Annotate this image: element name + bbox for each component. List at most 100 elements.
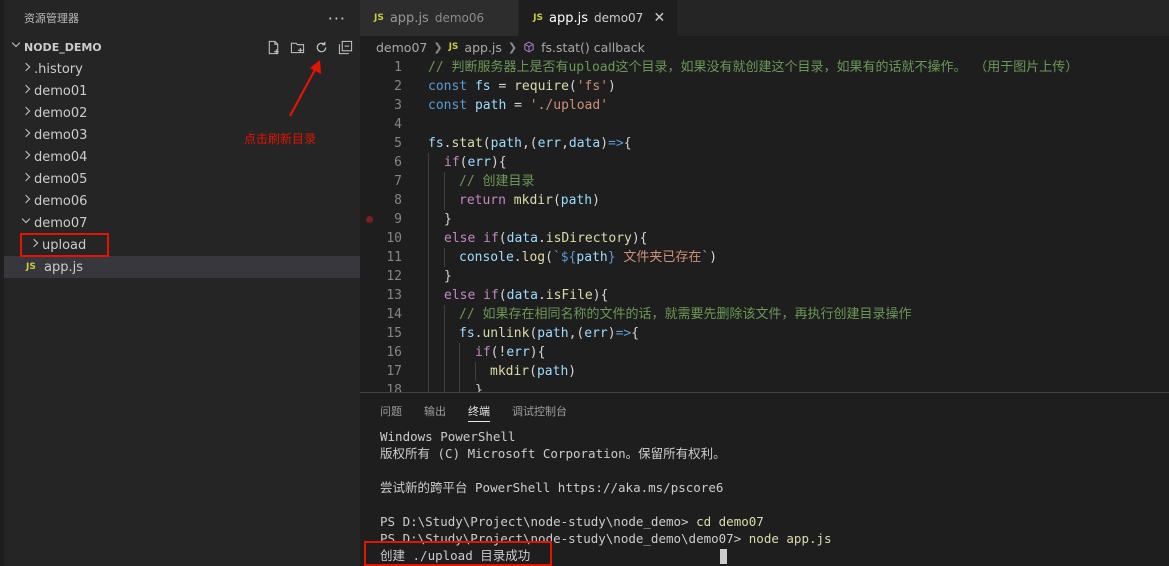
editor-tabs: JS app.js demo06 JS app.js demo07 ✕ xyxy=(360,0,1169,36)
code-token: if xyxy=(483,231,499,246)
annotation-arrow-icon xyxy=(289,60,321,117)
code-token: ( xyxy=(552,193,561,208)
tab-app-js-demo07[interactable]: JS app.js demo07 ✕ xyxy=(519,0,679,36)
code-line: 9} xyxy=(360,210,1169,229)
code-token: ( xyxy=(498,231,507,246)
terminal-line: PS D:\Study\Project\node-study\node_demo… xyxy=(380,513,1169,530)
code-token: err xyxy=(584,326,608,341)
terminal-command: node app.js xyxy=(748,531,832,546)
breadcrumb-folder[interactable]: demo07 xyxy=(376,40,427,55)
code-line: 15 fs.unlink(path,(err)=>{ xyxy=(360,324,1169,343)
code-line: 1 // 判断服务器上是否有upload这个目录，如果没有就创建这个目录，如果有的… xyxy=(360,58,1169,77)
code-token: ) xyxy=(568,364,577,379)
tree-folder-demo04[interactable]: demo04 xyxy=(4,146,360,168)
code-token: = xyxy=(490,79,515,94)
code-token: } xyxy=(444,269,452,284)
code-token: ) xyxy=(709,250,718,265)
chevron-down-icon xyxy=(8,42,24,53)
code-token: path xyxy=(560,193,593,208)
code-line: 17 mkdir(path) xyxy=(360,362,1169,381)
line-number: 4 xyxy=(394,117,402,132)
code-token: ){ xyxy=(592,288,609,303)
code-token: err xyxy=(467,155,491,170)
code-line: 5 fs.stat(path,(err,data)=>{ xyxy=(360,134,1169,153)
line-number: 16 xyxy=(386,345,402,360)
tab-app-js-demo06[interactable]: JS app.js demo06 xyxy=(360,0,520,36)
code-token: ,( xyxy=(568,326,585,341)
breadcrumb-symbol[interactable]: fs.stat() callback xyxy=(541,40,645,55)
tree-folder-demo06[interactable]: demo06 xyxy=(4,190,360,212)
code-token: // 创建目录 xyxy=(459,174,535,189)
tree-folder-demo05[interactable]: demo05 xyxy=(4,168,360,190)
code-editor[interactable]: 1 // 判断服务器上是否有upload这个目录，如果没有就创建这个目录，如果有的… xyxy=(360,58,1169,392)
javascript-file-icon: JS xyxy=(374,13,384,23)
explorer-title: 资源管理器 xyxy=(24,12,79,25)
terminal-cursor xyxy=(720,549,728,564)
close-icon[interactable]: ✕ xyxy=(651,10,667,26)
tab-label: app.js xyxy=(549,10,588,26)
code-token: { xyxy=(631,326,640,341)
line-number: 6 xyxy=(394,155,402,170)
line-number: 17 xyxy=(386,364,402,379)
code-line: 3 const path = './upload' xyxy=(360,96,1169,115)
line-number: 5 xyxy=(394,136,402,151)
tree-item-label: demo07 xyxy=(34,215,88,231)
breadcrumb-file[interactable]: app.js xyxy=(464,40,502,55)
terminal-line: 尝试新的跨平台 PowerShell https://aka.ms/pscore… xyxy=(380,480,724,495)
code-token: ){ xyxy=(631,231,648,246)
tab-terminal[interactable]: 终端 xyxy=(468,393,490,428)
code-line: 13 else if(data.isFile){ xyxy=(360,286,1169,305)
code-token: console xyxy=(459,250,514,265)
line-number: 10 xyxy=(386,231,402,246)
code-token: path xyxy=(467,98,507,113)
workspace-title: NODE_DEMO xyxy=(24,40,102,54)
workspace-section[interactable]: NODE_DEMO xyxy=(4,36,360,58)
bottom-panel: 问题 输出 终端 调试控制台 Windows PowerShell 版权所有 (… xyxy=(360,392,1169,566)
code-token: const xyxy=(428,98,468,113)
javascript-file-icon: JS xyxy=(26,262,36,272)
terminal-prompt: PS D:\Study\Project\node-study\node_demo… xyxy=(380,514,697,529)
code-token: data xyxy=(568,136,601,151)
new-folder-icon[interactable] xyxy=(288,38,306,56)
tab-output[interactable]: 输出 xyxy=(424,393,446,428)
code-token: path xyxy=(576,250,608,265)
refresh-icon[interactable] xyxy=(312,38,330,56)
code-line: 12} xyxy=(360,267,1169,286)
tab-problems[interactable]: 问题 xyxy=(380,393,402,428)
code-token: if xyxy=(444,155,460,170)
code-line: 6 if(err){ xyxy=(360,153,1169,172)
code-line: 2 const fs = require('fs') xyxy=(360,77,1169,96)
chevron-right-icon xyxy=(18,64,34,75)
more-actions-icon[interactable]: ··· xyxy=(328,9,346,28)
line-number: 2 xyxy=(394,79,402,94)
code-token: isDirectory xyxy=(545,231,632,246)
tab-description: demo07 xyxy=(594,11,644,25)
code-token: fs xyxy=(428,136,444,151)
chevron-right-icon xyxy=(18,174,34,185)
code-token: return xyxy=(459,193,506,208)
explorer-actions xyxy=(264,38,354,56)
tree-item-label: demo02 xyxy=(34,105,88,121)
code-token: err xyxy=(506,345,530,360)
code-token: ) xyxy=(607,326,616,341)
code-token: 文件夹已存在` xyxy=(615,250,710,265)
terminal-command: cd demo07 xyxy=(696,514,764,529)
code-token: ( xyxy=(529,364,537,379)
terminal-line: 版权所有 (C) Microsoft Corporation。保留所有权利。 xyxy=(380,446,726,461)
breakpoint-icon[interactable] xyxy=(366,216,373,223)
code-token: ){ xyxy=(490,155,507,170)
code-token: ( xyxy=(568,79,577,94)
code-token: data xyxy=(506,288,538,303)
tab-debug-console[interactable]: 调试控制台 xyxy=(512,393,567,428)
terminal-line: Windows PowerShell xyxy=(380,429,516,444)
tree-folder-demo07[interactable]: demo07 xyxy=(4,212,360,234)
tree-file-app-js[interactable]: JS app.js xyxy=(4,256,360,278)
new-file-icon[interactable] xyxy=(264,38,282,56)
code-token: 'fs' xyxy=(576,79,609,94)
chevron-right-icon xyxy=(18,152,34,163)
tree-item-label: demo05 xyxy=(34,171,88,187)
collapse-all-icon[interactable] xyxy=(336,38,354,56)
chevron-down-icon xyxy=(18,218,34,229)
breadcrumb: demo07 ❯ JS app.js ❯ fs.stat() callback xyxy=(360,36,1169,58)
